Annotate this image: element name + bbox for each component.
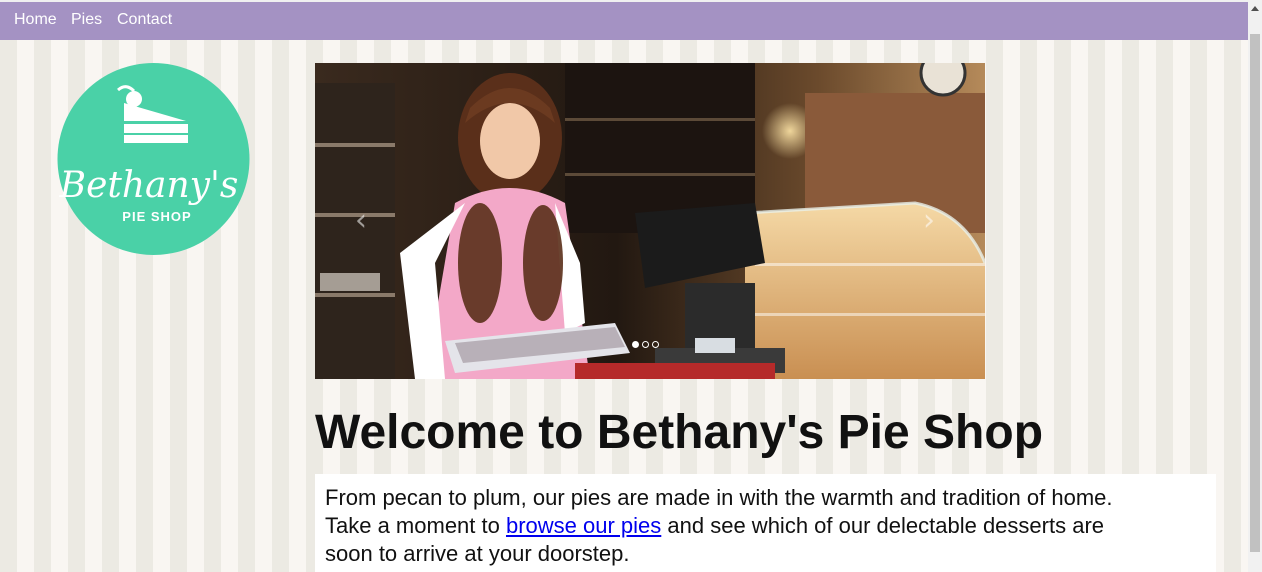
nav-contact-link[interactable]: Contact — [117, 11, 172, 29]
intro-line-3: soon to arrive at your doorstep. — [325, 541, 630, 566]
browse-pies-link[interactable]: browse our pies — [506, 513, 661, 538]
nav-home-link[interactable]: Home — [14, 11, 57, 29]
intro-line-1: From pecan to plum, our pies are made in… — [325, 485, 1113, 510]
logo[interactable]: Bethany's PIE SHOP — [56, 63, 251, 255]
scroll-up-arrow-icon[interactable] — [1251, 6, 1259, 11]
chevron-right-icon[interactable]: › — [923, 203, 935, 238]
chevron-left-icon[interactable]: ‹ — [355, 203, 367, 238]
logo-circle — [57, 63, 250, 255]
logo-name: Bethany's — [59, 165, 239, 206]
carousel-indicator-2[interactable] — [642, 341, 649, 348]
carousel-indicator-1[interactable] — [632, 341, 639, 348]
page-title: Welcome to Bethany's Pie Shop — [315, 406, 1044, 459]
carousel-indicators — [632, 341, 659, 348]
logo-tagline: PIE SHOP — [122, 209, 191, 224]
intro-paragraph: From pecan to plum, our pies are made in… — [315, 474, 1216, 572]
intro-line-2-start: Take a moment to — [325, 513, 506, 538]
vertical-scrollbar[interactable] — [1248, 0, 1262, 572]
carousel-slide-image — [315, 63, 985, 379]
hero-carousel[interactable]: ‹ › — [315, 63, 985, 379]
top-nav: Home Pies Contact — [0, 0, 1248, 40]
scrollbar-thumb[interactable] — [1250, 34, 1260, 552]
nav-pies-link[interactable]: Pies — [71, 11, 102, 29]
intro-line-2-end: and see which of our delectable desserts… — [661, 513, 1105, 538]
carousel-indicator-3[interactable] — [652, 341, 659, 348]
